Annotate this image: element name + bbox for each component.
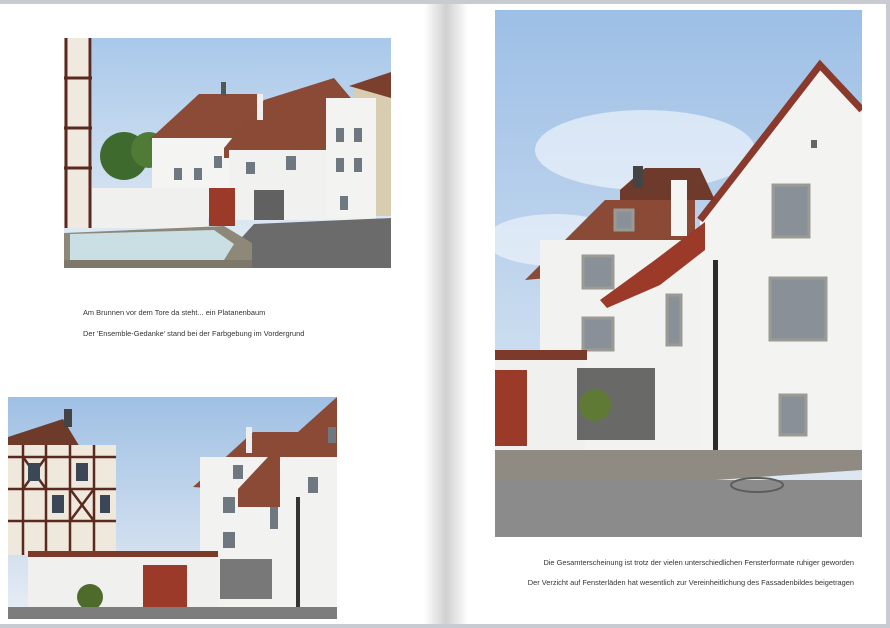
photo-fountain-courtyard <box>64 38 391 268</box>
gutter-shadow-right <box>446 4 468 624</box>
right-caption-line-2: Der Verzicht auf Fensterläden hat wesent… <box>527 578 854 587</box>
left-page: Am Brunnen vor dem Tore da steht... ein … <box>0 4 446 624</box>
photo-white-house-facade <box>495 10 862 537</box>
photo-street-view <box>8 397 337 619</box>
gutter-shadow-left <box>424 4 446 624</box>
left-caption-line-2: Der 'Ensemble-Gedanke' stand bei der Far… <box>83 329 305 338</box>
right-page: Die Gesamterscheinung ist trotz der viel… <box>446 4 886 624</box>
left-caption-line-1: Am Brunnen vor dem Tore da steht... ein … <box>83 308 266 317</box>
right-caption-line-1: Die Gesamterscheinung ist trotz der viel… <box>543 558 854 567</box>
